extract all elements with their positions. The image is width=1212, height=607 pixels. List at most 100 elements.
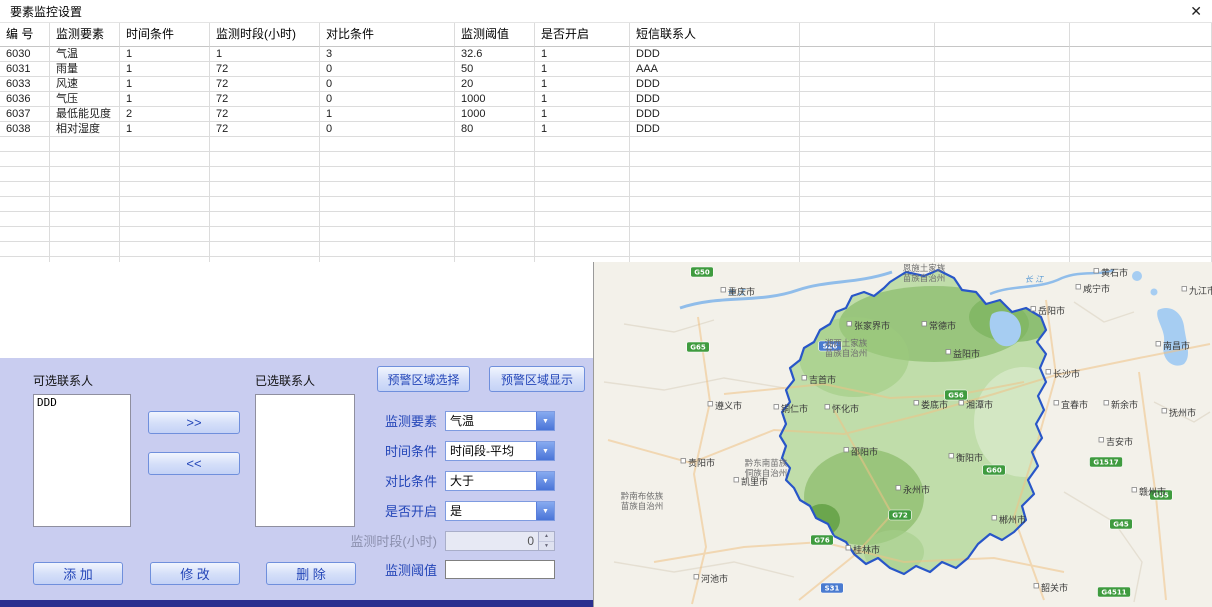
chevron-down-icon[interactable]: ▼ — [536, 412, 554, 430]
city-marker-icon — [734, 478, 739, 483]
column-header[interactable]: 对比条件 — [320, 23, 455, 47]
table-row[interactable] — [0, 167, 1212, 182]
modify-button[interactable]: 修 改 — [150, 562, 240, 585]
table-cell: 1 — [120, 92, 210, 107]
column-header[interactable]: 监测要素 — [50, 23, 120, 47]
table-cell: 1 — [320, 107, 455, 122]
table-cell: 1 — [535, 92, 630, 107]
move-right-button[interactable]: >> — [148, 411, 240, 434]
city-marker-icon — [681, 459, 686, 464]
element-select[interactable]: 气温 ▼ — [445, 411, 555, 431]
chevron-down-icon[interactable]: ▼ — [536, 502, 554, 520]
element-monitor-settings-window: 要素监控设置 ✕ 编 号监测要素时间条件监测时段(小时)对比条件监测阈值是否开启… — [0, 0, 1212, 607]
column-header[interactable]: 监测时段(小时) — [210, 23, 320, 47]
warning-region-show-button[interactable]: 预警区域显示 — [489, 366, 585, 392]
spinner-down-icon: ▼ — [539, 542, 554, 551]
table-cell: 0 — [320, 122, 455, 137]
chevron-down-icon[interactable]: ▼ — [536, 442, 554, 460]
column-header[interactable] — [935, 23, 1070, 47]
table-cell: 72 — [210, 92, 320, 107]
enabled-value: 是 — [446, 502, 536, 520]
table-cell — [210, 152, 320, 167]
warning-region-select-button[interactable]: 预警区域选择 — [377, 366, 470, 392]
table-row[interactable] — [0, 182, 1212, 197]
table-row[interactable]: 6030气温11332.61DDD — [0, 47, 1212, 62]
time-condition-select[interactable]: 时间段-平均 ▼ — [445, 441, 555, 461]
map-city-label: 永州市 — [903, 484, 930, 496]
monitor-table[interactable]: 编 号监测要素时间条件监测时段(小时)对比条件监测阈值是否开启短信联系人 603… — [0, 22, 1212, 263]
table-row[interactable]: 6033风速1720201DDD — [0, 77, 1212, 92]
table-row[interactable] — [0, 137, 1212, 152]
warning-region-map[interactable]: G50G65S26G56G60G1517G72G55G45G76S31G4511… — [593, 262, 1212, 607]
map-city-label: 新余市 — [1111, 399, 1138, 411]
column-header[interactable] — [1070, 23, 1212, 47]
enabled-select[interactable]: 是 ▼ — [445, 501, 555, 521]
available-contacts-list[interactable]: DDD — [33, 394, 131, 527]
table-row[interactable] — [0, 212, 1212, 227]
table-cell: 1 — [120, 62, 210, 77]
map-city-label: 郴州市 — [999, 514, 1026, 526]
table-cell — [535, 227, 630, 242]
table-cell: DDD — [630, 107, 800, 122]
column-header[interactable]: 编 号 — [0, 23, 50, 47]
map-canvas[interactable]: G50G65S26G56G60G1517G72G55G45G76S31G4511… — [594, 262, 1212, 607]
table-cell — [800, 122, 935, 137]
table-row[interactable]: 6031雨量1720501AAA — [0, 62, 1212, 77]
table-cell — [800, 227, 935, 242]
contact-item[interactable]: DDD — [34, 395, 130, 410]
table-row[interactable]: 6037最低能见度272110001DDD — [0, 107, 1212, 122]
table-cell — [320, 212, 455, 227]
map-city-label: 岳阳市 — [1038, 305, 1065, 317]
table-cell — [50, 242, 120, 257]
table-row[interactable]: 6036气压172010001DDD — [0, 92, 1212, 107]
column-header[interactable]: 短信联系人 — [630, 23, 800, 47]
map-city-label: 贵阳市 — [688, 457, 715, 469]
table-row[interactable] — [0, 197, 1212, 212]
city-marker-icon — [694, 575, 699, 580]
move-left-button[interactable]: << — [148, 452, 240, 475]
map-city-label: 铜仁市 — [781, 403, 808, 415]
city-marker-icon — [847, 322, 852, 327]
table-cell — [800, 107, 935, 122]
road-badge-label: S31 — [825, 585, 840, 593]
table-cell — [210, 212, 320, 227]
table-cell: 1 — [535, 122, 630, 137]
table-row[interactable] — [0, 227, 1212, 242]
table-cell: 风速 — [50, 77, 120, 92]
table-cell — [535, 212, 630, 227]
table-row[interactable] — [0, 152, 1212, 167]
table-cell — [535, 197, 630, 212]
close-icon[interactable]: ✕ — [1190, 4, 1202, 18]
table-cell: 2 — [120, 107, 210, 122]
river-label: 长 江 — [1025, 275, 1045, 284]
table-cell: 0 — [320, 77, 455, 92]
map-city-label: 湘潭市 — [966, 399, 993, 411]
column-header[interactable]: 监测阈值 — [455, 23, 535, 47]
table-cell: 1000 — [455, 107, 535, 122]
table-cell — [120, 167, 210, 182]
table-cell — [800, 77, 935, 92]
column-header[interactable]: 时间条件 — [120, 23, 210, 47]
table-cell — [120, 182, 210, 197]
city-marker-icon — [825, 405, 830, 410]
table-cell — [800, 47, 935, 62]
threshold-input[interactable] — [445, 560, 555, 579]
add-button[interactable]: 添 加 — [33, 562, 123, 585]
delete-button[interactable]: 删 除 — [266, 562, 356, 585]
city-marker-icon — [802, 376, 807, 381]
compare-condition-select[interactable]: 大于 ▼ — [445, 471, 555, 491]
table-cell — [0, 182, 50, 197]
table-cell — [935, 92, 1070, 107]
chevron-down-icon[interactable]: ▼ — [536, 472, 554, 490]
map-city-label: 益阳市 — [953, 348, 980, 360]
city-marker-icon — [721, 288, 726, 293]
table-row[interactable]: 6038相对湿度1720801DDD — [0, 122, 1212, 137]
table-cell — [1070, 197, 1212, 212]
table-row[interactable] — [0, 242, 1212, 257]
column-header[interactable] — [800, 23, 935, 47]
table-header-row: 编 号监测要素时间条件监测时段(小时)对比条件监测阈值是否开启短信联系人 — [0, 23, 1212, 47]
map-city-label: 韶关市 — [1041, 582, 1068, 594]
table-cell: 1000 — [455, 92, 535, 107]
column-header[interactable]: 是否开启 — [535, 23, 630, 47]
table-cell — [800, 167, 935, 182]
